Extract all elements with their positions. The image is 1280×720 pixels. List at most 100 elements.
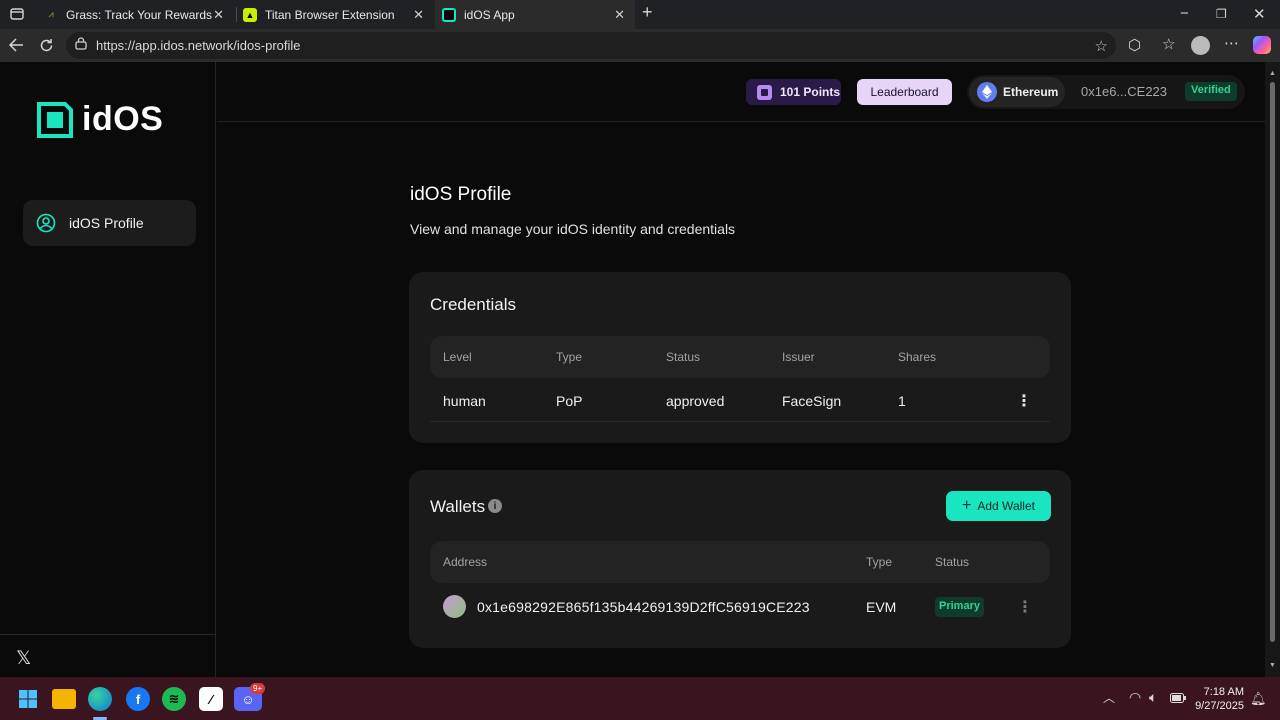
profile-avatar[interactable] bbox=[1191, 36, 1210, 55]
sidebar-item-idos-profile[interactable]: idOS Profile bbox=[23, 200, 196, 246]
credential-type: PoP bbox=[556, 393, 583, 409]
add-wallet-button[interactable]: + Add Wallet bbox=[946, 491, 1051, 521]
page-subtitle: View and manage your idOS identity and c… bbox=[410, 221, 736, 237]
close-tab-icon[interactable]: ✕ bbox=[213, 7, 224, 23]
credentials-card: Credentials Level Type Status Issuer Sha… bbox=[409, 272, 1071, 443]
windows-taskbar: f ≋ ⁄ ☺ 9+ ︿ ◠ 🔈︎ 7:18 AM 9/27/2025 🔔︎ bbox=[0, 677, 1280, 720]
plus-icon: + bbox=[962, 497, 972, 514]
leaderboard-label: Leaderboard bbox=[870, 85, 939, 99]
show-hidden-icons-icon[interactable]: ︿ bbox=[1103, 691, 1115, 706]
extensions-icon[interactable]: ⬡ bbox=[1128, 38, 1141, 53]
primary-badge: Primary bbox=[935, 597, 984, 617]
wallets-title: Wallets bbox=[430, 497, 486, 516]
table-row: 0x1e698292E865f135b44269139D2ffC56919CE2… bbox=[430, 583, 1050, 627]
clock-time: 7:18 AM bbox=[1203, 686, 1244, 698]
column-header-level: Level bbox=[443, 350, 472, 364]
add-wallet-label: Add Wallet bbox=[977, 499, 1035, 513]
browser-tab-bar: ⩘ Grass: Track Your Rewards ✕ ▲ Titan Br… bbox=[0, 0, 1280, 29]
sidebar-item-label: idOS Profile bbox=[69, 215, 144, 231]
new-tab-icon[interactable]: + bbox=[642, 3, 653, 21]
favorite-star-icon[interactable]: ☆ bbox=[1095, 37, 1108, 55]
idos-logo[interactable]: idOS bbox=[36, 100, 163, 139]
close-tab-icon[interactable]: ✕ bbox=[614, 7, 625, 23]
windows-start-icon[interactable] bbox=[16, 687, 40, 711]
battery-icon[interactable] bbox=[1170, 691, 1186, 706]
system-clock[interactable]: 7:18 AM 9/27/2025 bbox=[1194, 685, 1244, 713]
points-icon bbox=[757, 84, 772, 100]
facebook-icon[interactable]: f bbox=[126, 687, 150, 711]
connected-address[interactable]: 0x1e6...CE223 bbox=[1081, 84, 1167, 99]
column-header-status: Status bbox=[935, 555, 970, 569]
close-tab-icon[interactable]: ✕ bbox=[413, 7, 424, 23]
titan-favicon-icon: ▲ bbox=[243, 7, 257, 22]
column-header-shares: Shares bbox=[898, 350, 937, 364]
spotify-icon[interactable]: ≋ bbox=[162, 687, 186, 711]
top-bar: 101 Points Leaderboard Ethereum 0x1e6...… bbox=[217, 62, 1265, 122]
discord-badge: 9+ bbox=[250, 683, 266, 694]
sidebar-divider bbox=[0, 634, 216, 635]
column-header-type: Type bbox=[866, 555, 893, 569]
tab-title: Grass: Track Your Rewards bbox=[66, 7, 213, 22]
points-badge[interactable]: 101 Points bbox=[746, 79, 841, 105]
copilot-icon[interactable] bbox=[1253, 36, 1271, 54]
table-row: human PoP approved FaceSign 1 ⋮ bbox=[430, 378, 1050, 422]
notification-bell-icon[interactable]: 🔔︎ bbox=[1250, 691, 1267, 706]
wallet-avatar bbox=[443, 595, 466, 618]
verified-badge: Verified bbox=[1185, 82, 1237, 101]
more-options-icon[interactable]: ⋯ bbox=[1224, 36, 1239, 51]
credential-shares: 1 bbox=[898, 393, 906, 409]
logo-text: idOS bbox=[82, 100, 164, 138]
leaderboard-button[interactable]: Leaderboard bbox=[857, 79, 952, 105]
wallets-table-header: Address Type Status bbox=[430, 541, 1050, 583]
idos-app: idOS idOS Profile 𝕏 101 Points Leaderboa… bbox=[0, 62, 1265, 677]
credential-status: approved bbox=[666, 393, 725, 409]
idos-logo-icon bbox=[36, 101, 74, 139]
page-scrollbar[interactable]: ▲ ▼ bbox=[1265, 62, 1280, 677]
row-actions-menu-icon[interactable]: ⋮ bbox=[1017, 597, 1033, 617]
wallet-address[interactable]: 0x1e698292E865f135b44269139D2ffC56919CE2… bbox=[477, 599, 810, 615]
reload-icon[interactable] bbox=[39, 38, 54, 56]
credential-level: human bbox=[443, 393, 486, 409]
tab-idos-app[interactable]: idOS App ✕ bbox=[435, 0, 635, 29]
row-actions-menu-icon[interactable]: ⋮ bbox=[1016, 391, 1032, 411]
favorites-icon[interactable]: ☆ bbox=[1162, 37, 1175, 52]
wallet-connection-pill[interactable]: Ethereum 0x1e6...CE223 Verified bbox=[967, 75, 1245, 109]
wifi-icon[interactable]: ◠ bbox=[1129, 690, 1141, 705]
page-title: idOS Profile bbox=[410, 184, 512, 205]
grass-favicon-icon: ⩘ bbox=[48, 9, 54, 19]
sidebar: idOS idOS Profile 𝕏 bbox=[0, 62, 216, 677]
x-twitter-icon[interactable]: 𝕏 bbox=[16, 647, 31, 670]
file-explorer-icon[interactable] bbox=[52, 689, 76, 709]
user-circle-icon bbox=[36, 213, 56, 233]
column-header-address: Address bbox=[443, 555, 488, 569]
back-icon[interactable] bbox=[8, 38, 24, 55]
tab-titan[interactable]: ▲ Titan Browser Extension ✕ bbox=[237, 0, 434, 29]
points-label: 101 Points bbox=[780, 85, 841, 99]
restore-icon[interactable]: ❐ bbox=[1216, 7, 1227, 22]
info-icon[interactable]: i bbox=[488, 499, 502, 513]
tab-actions-icon[interactable] bbox=[10, 7, 24, 24]
url-text: https://app.idos.network/idos-profile bbox=[96, 38, 301, 53]
site-info-icon[interactable] bbox=[74, 37, 88, 54]
credential-issuer: FaceSign bbox=[782, 393, 842, 409]
wallets-card: Wallets i + Add Wallet Address Type Stat… bbox=[409, 470, 1071, 648]
address-bar[interactable]: https://app.idos.network/idos-profile ☆ bbox=[66, 32, 1116, 59]
tab-grass[interactable]: ⩘ Grass: Track Your Rewards ✕ bbox=[34, 0, 234, 29]
idos-favicon-icon bbox=[442, 7, 456, 22]
close-window-icon[interactable]: ✕ bbox=[1253, 7, 1266, 22]
column-header-status: Status bbox=[666, 350, 701, 364]
tab-title: idOS App bbox=[464, 7, 515, 22]
edge-browser-icon[interactable] bbox=[88, 687, 112, 711]
network-label: Ethereum bbox=[1003, 85, 1059, 99]
wallet-type: EVM bbox=[866, 599, 897, 615]
column-header-issuer: Issuer bbox=[782, 350, 815, 364]
credentials-table-header: Level Type Status Issuer Shares bbox=[430, 336, 1050, 378]
browser-toolbar: https://app.idos.network/idos-profile ☆ … bbox=[0, 29, 1280, 62]
clock-date: 9/27/2025 bbox=[1195, 700, 1244, 712]
ethereum-icon bbox=[977, 82, 997, 102]
minimize-icon[interactable]: − bbox=[1180, 6, 1189, 21]
notion-like-app-icon[interactable]: ⁄ bbox=[199, 687, 223, 711]
network-selector[interactable]: Ethereum bbox=[969, 77, 1065, 107]
volume-icon[interactable]: 🔈︎ bbox=[1149, 690, 1157, 705]
credentials-title: Credentials bbox=[430, 295, 516, 314]
